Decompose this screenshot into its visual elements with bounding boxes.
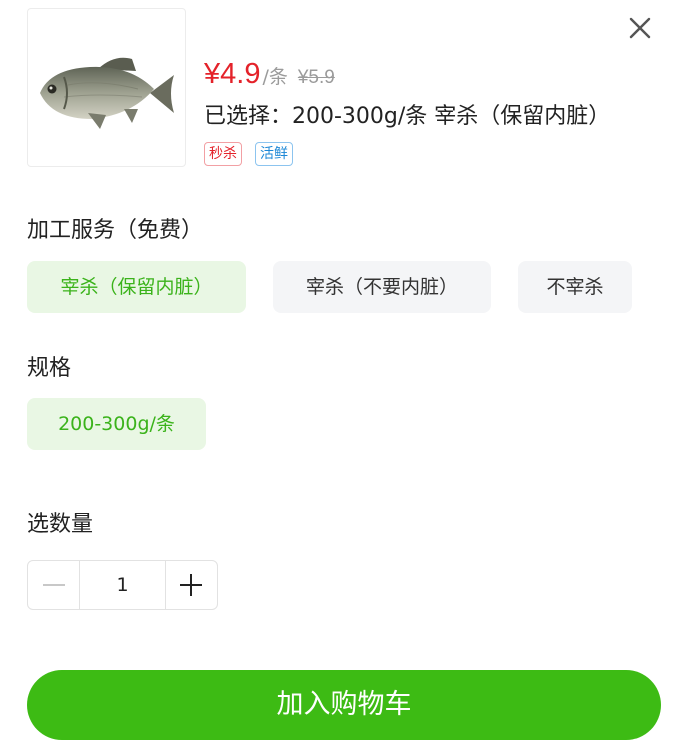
tag-flash-sale: 秒杀 (204, 142, 242, 166)
product-image (27, 8, 186, 167)
processing-option-keep-organs[interactable]: 宰杀（保留内脏） (27, 261, 246, 313)
selected-spec-text: 已选择：200-300g/条 宰杀（保留内脏） (204, 104, 611, 129)
processing-option-no-kill[interactable]: 不宰杀 (518, 261, 632, 313)
processing-title: 加工服务（免费） (27, 218, 204, 243)
processing-option-remove-organs[interactable]: 宰杀（不要内脏） (273, 261, 491, 313)
price-row: ¥4.9 /条 ¥5.9 (204, 58, 335, 94)
add-to-cart-button[interactable]: 加入购物车 (27, 670, 661, 740)
close-button[interactable] (626, 14, 654, 42)
current-price: ¥4.9 (204, 58, 261, 90)
spec-title: 规格 (27, 356, 72, 381)
close-icon (629, 17, 651, 39)
tag-live-fresh: 活鲜 (255, 142, 293, 166)
quantity-stepper: 1 (27, 560, 218, 610)
increase-button[interactable] (166, 561, 217, 609)
quantity-title: 选数量 (27, 512, 94, 537)
quantity-value[interactable]: 1 (79, 561, 166, 609)
fish-illustration (40, 57, 174, 129)
price-unit: /条 (262, 66, 288, 88)
original-price: ¥5.9 (297, 67, 335, 88)
decrease-button[interactable] (28, 561, 79, 609)
spec-option-200-300g[interactable]: 200-300g/条 (27, 398, 206, 450)
